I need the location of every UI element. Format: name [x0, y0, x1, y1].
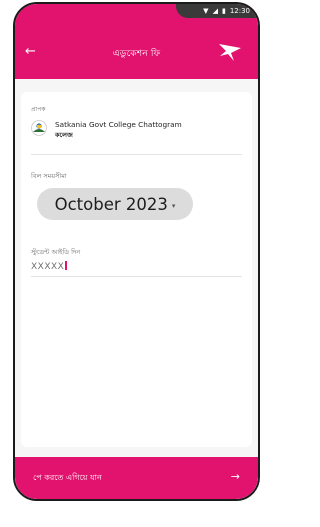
student-id-value: XXXXX	[31, 262, 65, 272]
status-bar: ▼ ◢ ▮ 12:30	[176, 4, 258, 18]
wifi-icon: ▼	[203, 6, 209, 15]
receiver-label: প্রাপক	[31, 106, 46, 113]
arrow-right-icon: →	[230, 470, 240, 483]
student-id-input[interactable]: XXXXX	[31, 261, 67, 272]
divider	[31, 154, 242, 155]
status-time: 12:30	[229, 7, 250, 15]
billing-month-value: October 2023	[54, 194, 168, 214]
signal-icon: ◢	[212, 6, 218, 15]
content-area: প্রাপক Satkania Govt College Chattogram …	[15, 79, 258, 499]
institution-name: Satkania Govt College Chattogram	[55, 120, 182, 129]
payment-card: প্রাপক Satkania Govt College Chattogram …	[21, 92, 252, 447]
input-underline	[31, 276, 242, 277]
bird-logo-icon	[219, 44, 241, 61]
institution-type: কলেজ	[55, 131, 73, 139]
proceed-label: পে করতে এগিয়ে যান	[33, 473, 102, 482]
student-id-label: স্টুডেন্ট আইডি দিন	[31, 248, 81, 256]
billing-month-select[interactable]: October 2023 ▾	[37, 188, 193, 220]
text-cursor	[65, 261, 67, 270]
billing-period-label: বিল সময়সীমা	[31, 172, 67, 180]
battery-icon: ▮	[221, 6, 226, 15]
phone-frame: ▼ ◢ ▮ 12:30 ← এডুকেশন ফি প্রাপক Satkania…	[13, 2, 260, 501]
proceed-button[interactable]: পে করতে এগিয়ে যান →	[15, 457, 258, 499]
college-emblem-icon	[31, 120, 47, 136]
chevron-down-icon: ▾	[171, 201, 176, 210]
app-bar: ▼ ◢ ▮ 12:30 ← এডুকেশন ফি	[15, 4, 258, 79]
